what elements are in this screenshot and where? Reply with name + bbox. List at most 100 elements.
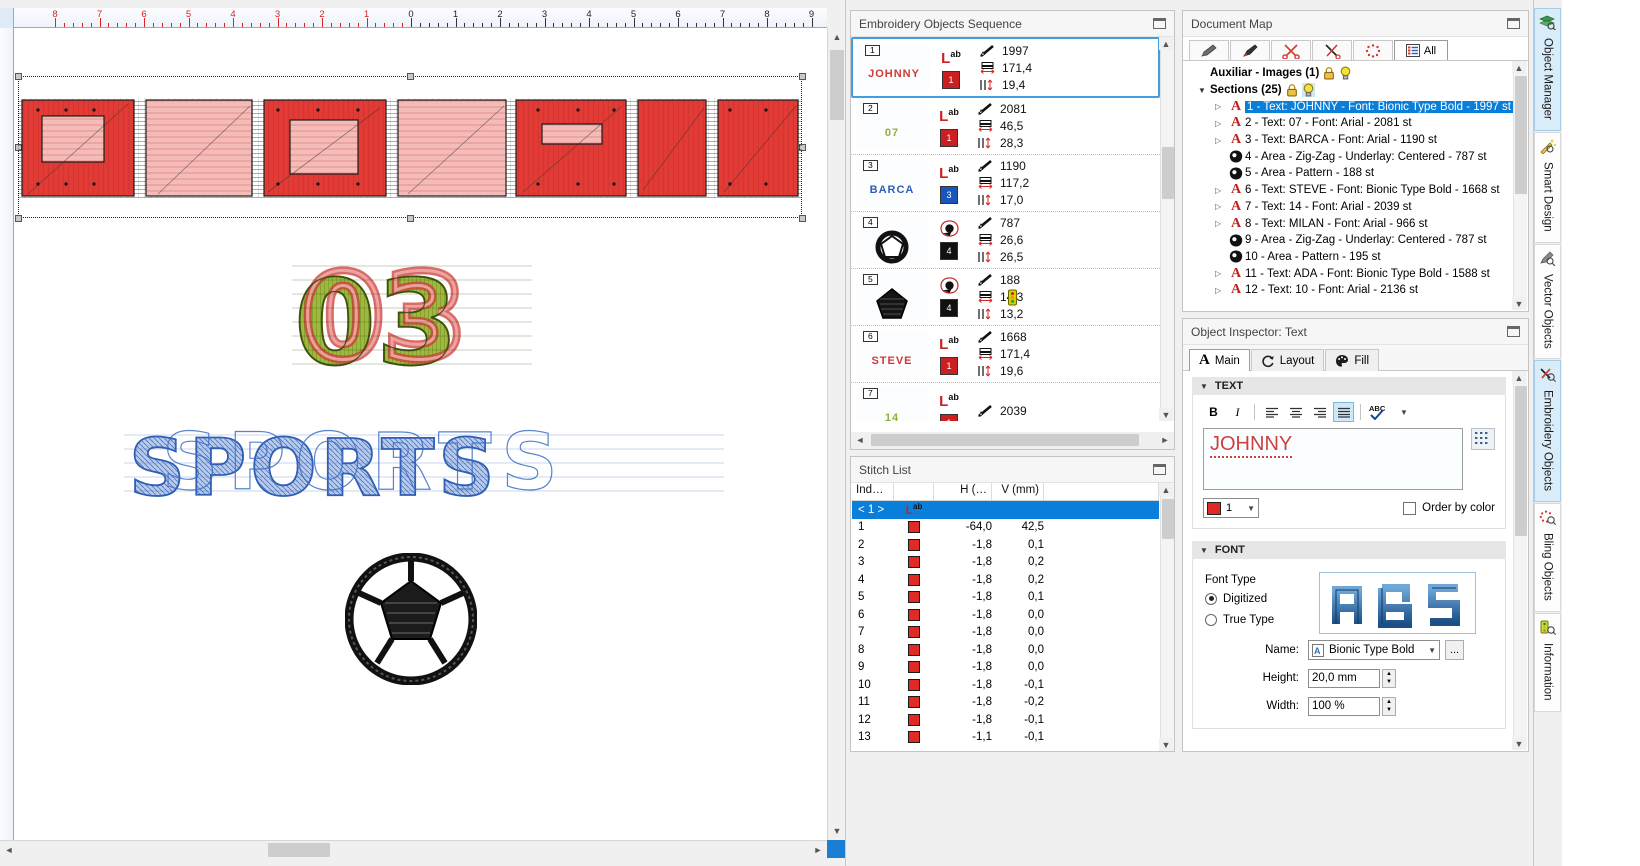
stitch-row[interactable]: 3 -1,8 0,2	[852, 554, 1159, 572]
stitch-scroll-up[interactable]: ▲	[1159, 483, 1173, 496]
document-map-node[interactable]: ▷ A 7 - Text: 14 - Font: Arial - 2039 st	[1192, 199, 1513, 216]
font-width-stepper[interactable]: ▲ ▼	[1382, 696, 1396, 716]
artwork-johnny[interactable]	[18, 98, 802, 198]
inspector-vertical-scrollbar[interactable]: ▲ ▼	[1512, 371, 1527, 750]
vtab-smart-design[interactable]: Smart Design	[1534, 131, 1561, 243]
canvas-viewport[interactable]: 03 03 03 03 SPORTS SPORTS	[14, 28, 827, 840]
align-left-button[interactable]	[1261, 402, 1282, 422]
canvas-corner-button[interactable]	[827, 840, 845, 858]
font-height-input[interactable]: 20,0 mm	[1308, 668, 1380, 688]
artwork-soccer-ball[interactable]	[344, 552, 478, 686]
tab-pencil[interactable]	[1189, 40, 1229, 60]
stitch-row[interactable]: 9 -1,8 0,0	[852, 659, 1159, 677]
stitch-row[interactable]: 4 -1,8 0,2	[852, 571, 1159, 589]
stitch-row[interactable]: 10 -1,8 -0,1	[852, 676, 1159, 694]
object-color-chip[interactable]: 1	[940, 414, 958, 421]
stitch-row[interactable]: 12 -1,8 -0,1	[852, 711, 1159, 729]
document-map-node[interactable]: 10 - Area - Pattern - 195 st	[1192, 249, 1513, 266]
tree-expand-caret-icon[interactable]: ▷	[1215, 119, 1227, 128]
stitch-row[interactable]: 5 -1,8 0,1	[852, 589, 1159, 607]
tree-collapse-caret-icon[interactable]: ▼	[1198, 86, 1210, 95]
font-width-input[interactable]: 100 %	[1308, 696, 1380, 716]
lock-icon[interactable]	[1286, 83, 1298, 97]
insp-scroll-down[interactable]: ▼	[1512, 737, 1526, 750]
eos-scroll-right[interactable]: ►	[1156, 432, 1174, 448]
height-step-up[interactable]: ▲	[1383, 670, 1395, 679]
column-h[interactable]: H (…	[934, 483, 992, 500]
eos-vertical-scrollbar[interactable]: ▲ ▼	[1159, 37, 1174, 421]
visibility-bulb-icon[interactable]	[1301, 83, 1315, 98]
truetype-radio-row[interactable]: True Type	[1205, 609, 1307, 630]
vtab-embroidery-objects[interactable]: Embroidery Objects	[1534, 360, 1561, 503]
insp-vscroll-thumb[interactable]	[1515, 386, 1527, 536]
font-browse-button[interactable]: ...	[1445, 640, 1464, 660]
document-map-node[interactable]: ▷ A 11 - Text: ADA - Font: Bionic Type Bo…	[1192, 265, 1513, 282]
stitch-list-vertical-scrollbar[interactable]: ▲ ▼	[1159, 483, 1174, 751]
stitch-vscroll-thumb[interactable]	[1162, 499, 1174, 539]
eos-row[interactable]: 2 07 Lab 1 2081 46,5 28,3	[851, 98, 1160, 155]
stitch-group-row[interactable]: < 1 > Lab	[852, 501, 1159, 519]
bold-button[interactable]: B	[1203, 402, 1224, 422]
digitized-radio-row[interactable]: Digitized	[1205, 588, 1307, 609]
object-color-chip[interactable]: 4	[940, 242, 958, 260]
tab-brush[interactable]	[1230, 40, 1270, 60]
eos-row[interactable]: 6 STEVE Lab 1 1668 171,4 19,6	[851, 326, 1160, 383]
document-map-node[interactable]: 5 - Area - Pattern - 188 st	[1192, 165, 1513, 182]
stitch-list-body[interactable]: < 1 > Lab 1 -64,0 42,5 2 -1,8 0,1 3 -1,8 0…	[852, 501, 1159, 746]
document-map-node[interactable]: ▷ A 6 - Text: STEVE - Font: Bionic Type B…	[1192, 182, 1513, 199]
object-color-chip[interactable]: 1	[942, 70, 960, 89]
tree-expand-caret-icon[interactable]: ▷	[1215, 202, 1227, 211]
object-color-chip[interactable]: 3	[940, 186, 958, 204]
tab-scissors[interactable]	[1271, 40, 1311, 60]
truetype-radio[interactable]	[1205, 613, 1217, 626]
eos-row[interactable]: 1 JOHNNY Lab 1 1997 171,4 19,4	[851, 37, 1160, 98]
eos-scroll-up[interactable]: ▲	[1159, 37, 1173, 50]
eos-row[interactable]: 3 BARCA Lab 3 1190 117,2 17,0	[851, 155, 1160, 212]
dm-vscroll-thumb[interactable]	[1515, 76, 1527, 194]
insp-scroll-up[interactable]: ▲	[1512, 371, 1526, 384]
selection-handle-bl[interactable]	[15, 215, 22, 222]
text-grid-button[interactable]	[1471, 428, 1495, 450]
selection-handle-tr[interactable]	[799, 73, 806, 80]
eos-horizontal-scrollbar[interactable]: ◄ ►	[851, 432, 1174, 449]
eos-row[interactable]: 4 4 787 26,6 26,5	[851, 212, 1160, 269]
tab-all[interactable]: All	[1394, 40, 1448, 60]
stitch-row[interactable]: 13 -1,1 -0,1	[852, 729, 1159, 747]
tab-cut-curve[interactable]	[1312, 40, 1352, 60]
selection-handle-tl[interactable]	[15, 73, 22, 80]
artwork-number-03[interactable]: 03 03 03 03	[292, 244, 532, 393]
canvas-horizontal-scrollbar[interactable]: ◄ ►	[0, 840, 827, 859]
selection-handle-tm[interactable]	[407, 73, 414, 80]
tab-fill[interactable]: Fill	[1325, 349, 1380, 371]
eos-restore-button[interactable]	[1153, 18, 1166, 29]
canvas-hscroll-thumb[interactable]	[268, 843, 330, 857]
stitch-row[interactable]: 11 -1,8 -0,2	[852, 694, 1159, 712]
order-by-color-checkbox[interactable]	[1403, 501, 1417, 515]
tree-expand-caret-icon[interactable]: ▷	[1215, 269, 1227, 278]
document-map-restore-button[interactable]	[1507, 18, 1520, 29]
thread-color-dropdown-arrow-icon[interactable]: ▼	[1247, 504, 1255, 513]
dm-scroll-down[interactable]: ▼	[1512, 297, 1526, 310]
width-step-up[interactable]: ▲	[1383, 698, 1395, 707]
thread-color-select[interactable]: 1 ▼	[1203, 498, 1259, 518]
document-map-node[interactable]: Auxiliar - Images (1)	[1192, 65, 1513, 82]
stitch-row[interactable]: 6 -1,8 0,0	[852, 606, 1159, 624]
object-color-chip[interactable]: 1	[940, 357, 958, 375]
lock-icon[interactable]	[1323, 67, 1335, 80]
font-name-select[interactable]: A Bionic Type Bold ▼	[1308, 640, 1440, 660]
tree-expand-caret-icon[interactable]: ▷	[1215, 136, 1227, 145]
stitch-row[interactable]: 7 -1,8 0,0	[852, 624, 1159, 642]
document-map-node[interactable]: ▷ A 2 - Text: 07 - Font: Arial - 2081 st	[1192, 115, 1513, 132]
document-map-node[interactable]: 9 - Area - Zig-Zag - Underlay: Centered …	[1192, 232, 1513, 249]
stitch-list-restore-button[interactable]	[1153, 464, 1166, 475]
canvas-vertical-scrollbar[interactable]: ▲ ▼	[827, 28, 846, 840]
document-map-tree[interactable]: Auxiliar - Images (1) ▼ Sections (25) ▷ A…	[1184, 61, 1513, 310]
tab-bling[interactable]	[1353, 40, 1393, 60]
text-group-header[interactable]: ▼ TEXT	[1192, 377, 1506, 395]
stitch-row[interactable]: 1 -64,0 42,5	[852, 519, 1159, 537]
vtab-information[interactable]: Information	[1534, 613, 1561, 712]
warning-icon[interactable]	[1007, 289, 1018, 306]
document-map-node[interactable]: ▷ A 3 - Text: BARCA - Font: Arial - 1190 …	[1192, 132, 1513, 149]
selection-handle-bm[interactable]	[407, 215, 414, 222]
order-by-color-row[interactable]: Order by color	[1403, 501, 1495, 515]
